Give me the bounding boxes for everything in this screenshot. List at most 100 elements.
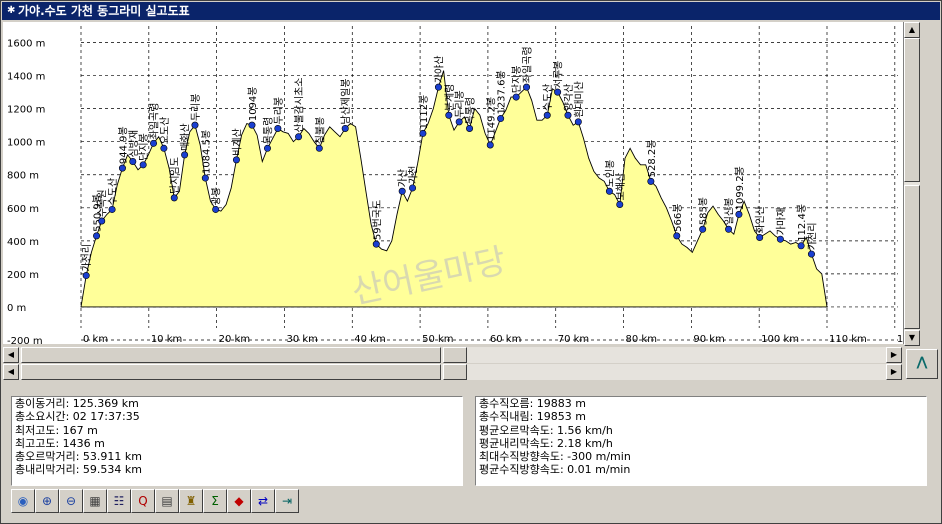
waypoint-marker bbox=[315, 144, 323, 152]
waypoint-label: 단지봉 bbox=[511, 65, 523, 93]
waypoint-marker bbox=[150, 139, 158, 147]
waypoint-marker bbox=[160, 144, 168, 152]
waypoint-marker bbox=[445, 111, 453, 119]
waypoint-label: 수목원 bbox=[97, 189, 109, 217]
waypoint-marker bbox=[616, 200, 624, 208]
stat-line: 총내리막거리: 59.534 km bbox=[15, 463, 142, 477]
x-tick-label: 110 km bbox=[829, 334, 867, 344]
zoom-out-tool-button[interactable]: ⊖ bbox=[59, 489, 83, 513]
waypoint-label: 산불감시초소 bbox=[294, 78, 306, 133]
horizontal-scrollbar-2[interactable]: ◀ ▶ bbox=[3, 364, 902, 380]
book-icon: ◆ bbox=[234, 494, 244, 508]
waypoint-marker bbox=[108, 205, 116, 213]
app-icon: ✱ bbox=[7, 5, 16, 16]
horizontal-scroll-divider-2[interactable] bbox=[443, 364, 467, 380]
stats-panel-right: 총수직오름: 19883 m 총수직내림: 19853 m 평균오르막속도: 1… bbox=[475, 396, 927, 486]
sigma-icon: Σ bbox=[211, 494, 219, 508]
waypoint-marker bbox=[139, 161, 147, 169]
waypoint-label: 585봉 bbox=[698, 197, 710, 225]
waypoint-label: 두리봉 bbox=[190, 94, 202, 122]
y-tick-label: -200 m bbox=[7, 336, 43, 344]
waypoint-marker bbox=[543, 111, 551, 119]
stat-line: 최저고도: 167 m bbox=[15, 423, 98, 437]
waypoint-label: 일산봉 bbox=[724, 198, 736, 226]
waypoint-label: 1112봉 bbox=[418, 95, 430, 130]
waypoint-marker bbox=[274, 124, 282, 132]
scroll-down-button[interactable]: ▼ bbox=[904, 330, 920, 346]
grid-icon: ▦ bbox=[89, 494, 101, 508]
x-tick-label: 40 km bbox=[354, 334, 385, 344]
globe-tool-button[interactable]: ◉ bbox=[11, 489, 35, 513]
export-tool-button[interactable]: ⇥ bbox=[275, 489, 299, 513]
x-tick-label: 20 km bbox=[219, 334, 250, 344]
waypoint-marker bbox=[181, 151, 189, 159]
scroll-left-button-2[interactable]: ◀ bbox=[3, 364, 19, 380]
horizontal-scroll-divider[interactable] bbox=[443, 347, 467, 363]
waypoint-label: 광봉 bbox=[211, 187, 223, 205]
elevation-chart-svg: -200 m 0 m 200 m 400 m 600 m 800 m 1000 m 1200 … bbox=[7, 26, 935, 347]
zoom-in-icon: ⊕ bbox=[41, 494, 53, 508]
waypoint-marker bbox=[129, 158, 137, 166]
scroll-left-button[interactable]: ◀ bbox=[3, 347, 19, 363]
waypoint-marker bbox=[699, 225, 707, 233]
collapse-panel-button[interactable]: ⋀ bbox=[906, 349, 938, 379]
waypoint-marker bbox=[419, 129, 427, 137]
grid-tool-button[interactable]: ▦ bbox=[83, 489, 107, 513]
waypoint-marker bbox=[398, 187, 406, 195]
scroll-right-button[interactable]: ▶ bbox=[886, 347, 902, 363]
waypoint-label: 매화산 bbox=[180, 123, 192, 151]
waypoint-label: 가천 bbox=[408, 166, 420, 184]
search-icon: Q bbox=[138, 494, 148, 508]
horizontal-scroll-thumb[interactable] bbox=[21, 347, 441, 363]
waypoint-marker bbox=[756, 234, 764, 242]
document-tool-button[interactable]: ▤ bbox=[155, 489, 179, 513]
waypoint-label: 비계산 bbox=[231, 128, 243, 156]
list-tool-button[interactable]: ☷ bbox=[107, 489, 131, 513]
vertical-scroll-thumb-lower[interactable] bbox=[904, 185, 920, 329]
x-tick-label: 0 km bbox=[83, 334, 108, 344]
search-tool-button[interactable]: Q bbox=[131, 489, 155, 513]
waypoint-marker bbox=[564, 111, 572, 119]
x-tick-label: 60 km bbox=[490, 334, 521, 344]
waypoint-marker bbox=[605, 187, 613, 195]
waypoint-marker bbox=[263, 144, 271, 152]
waypoint-marker bbox=[118, 164, 126, 172]
stat-line: 평균오르막속도: 1.56 km/h bbox=[479, 423, 613, 437]
elevation-chart[interactable]: -200 m 0 m 200 m 400 m 600 m 800 m 1000 m 1200 … bbox=[3, 22, 935, 347]
horizontal-scrollbar[interactable]: ◀ ▶ bbox=[3, 347, 902, 363]
book-tool-button[interactable]: ◆ bbox=[227, 489, 251, 513]
sigma-tool-button[interactable]: Σ bbox=[203, 489, 227, 513]
horizontal-scroll-thumb-2[interactable] bbox=[21, 364, 441, 380]
waypoint-label: 가천리 bbox=[81, 244, 93, 272]
waypoint-label: 좌일곡령 bbox=[149, 103, 161, 140]
y-tick-label: 0 m bbox=[7, 303, 26, 314]
export-icon: ⇥ bbox=[281, 494, 293, 508]
waypoint-label: 1099.2봉 bbox=[734, 166, 746, 210]
swap-tool-button[interactable]: ⇄ bbox=[251, 489, 275, 513]
y-tick-label: 1200 m bbox=[7, 105, 45, 116]
waypoint-label: 남산제일봉 bbox=[340, 78, 352, 124]
waypoint-marker bbox=[98, 217, 106, 225]
swap-icon: ⇄ bbox=[257, 494, 269, 508]
print-tool-button[interactable]: ♜ bbox=[179, 489, 203, 513]
scroll-up-button[interactable]: ▲ bbox=[904, 22, 920, 38]
waypoint-label: 노인봉 bbox=[604, 160, 616, 188]
document-icon: ▤ bbox=[161, 494, 173, 508]
scroll-right-button-2[interactable]: ▶ bbox=[886, 364, 902, 380]
x-tick-label: 50 km bbox=[422, 334, 453, 344]
stat-line: 총오르막거리: 53.911 km bbox=[15, 450, 142, 464]
vertical-scroll-thumb[interactable] bbox=[904, 38, 920, 182]
waypoint-marker bbox=[647, 177, 655, 185]
waypoint-label: 보해산 bbox=[614, 173, 627, 201]
zoom-in-tool-button[interactable]: ⊕ bbox=[35, 489, 59, 513]
x-tick-label: 120 km bbox=[897, 334, 903, 344]
waypoint-label: 화인산 bbox=[755, 206, 767, 234]
vertical-scrollbar[interactable]: ▲ ▼ bbox=[904, 22, 920, 346]
waypoint-marker bbox=[232, 156, 240, 164]
list-icon: ☷ bbox=[113, 494, 125, 508]
waypoint-label: 112.4봉 bbox=[796, 204, 808, 242]
title-bar: ✱ 가야.수도 가천 동그라미 실고도표 bbox=[2, 2, 940, 20]
waypoint-marker bbox=[797, 242, 805, 250]
waypoint-label: 가천리 bbox=[806, 222, 818, 250]
x-tick-label: 100 km bbox=[761, 334, 799, 344]
